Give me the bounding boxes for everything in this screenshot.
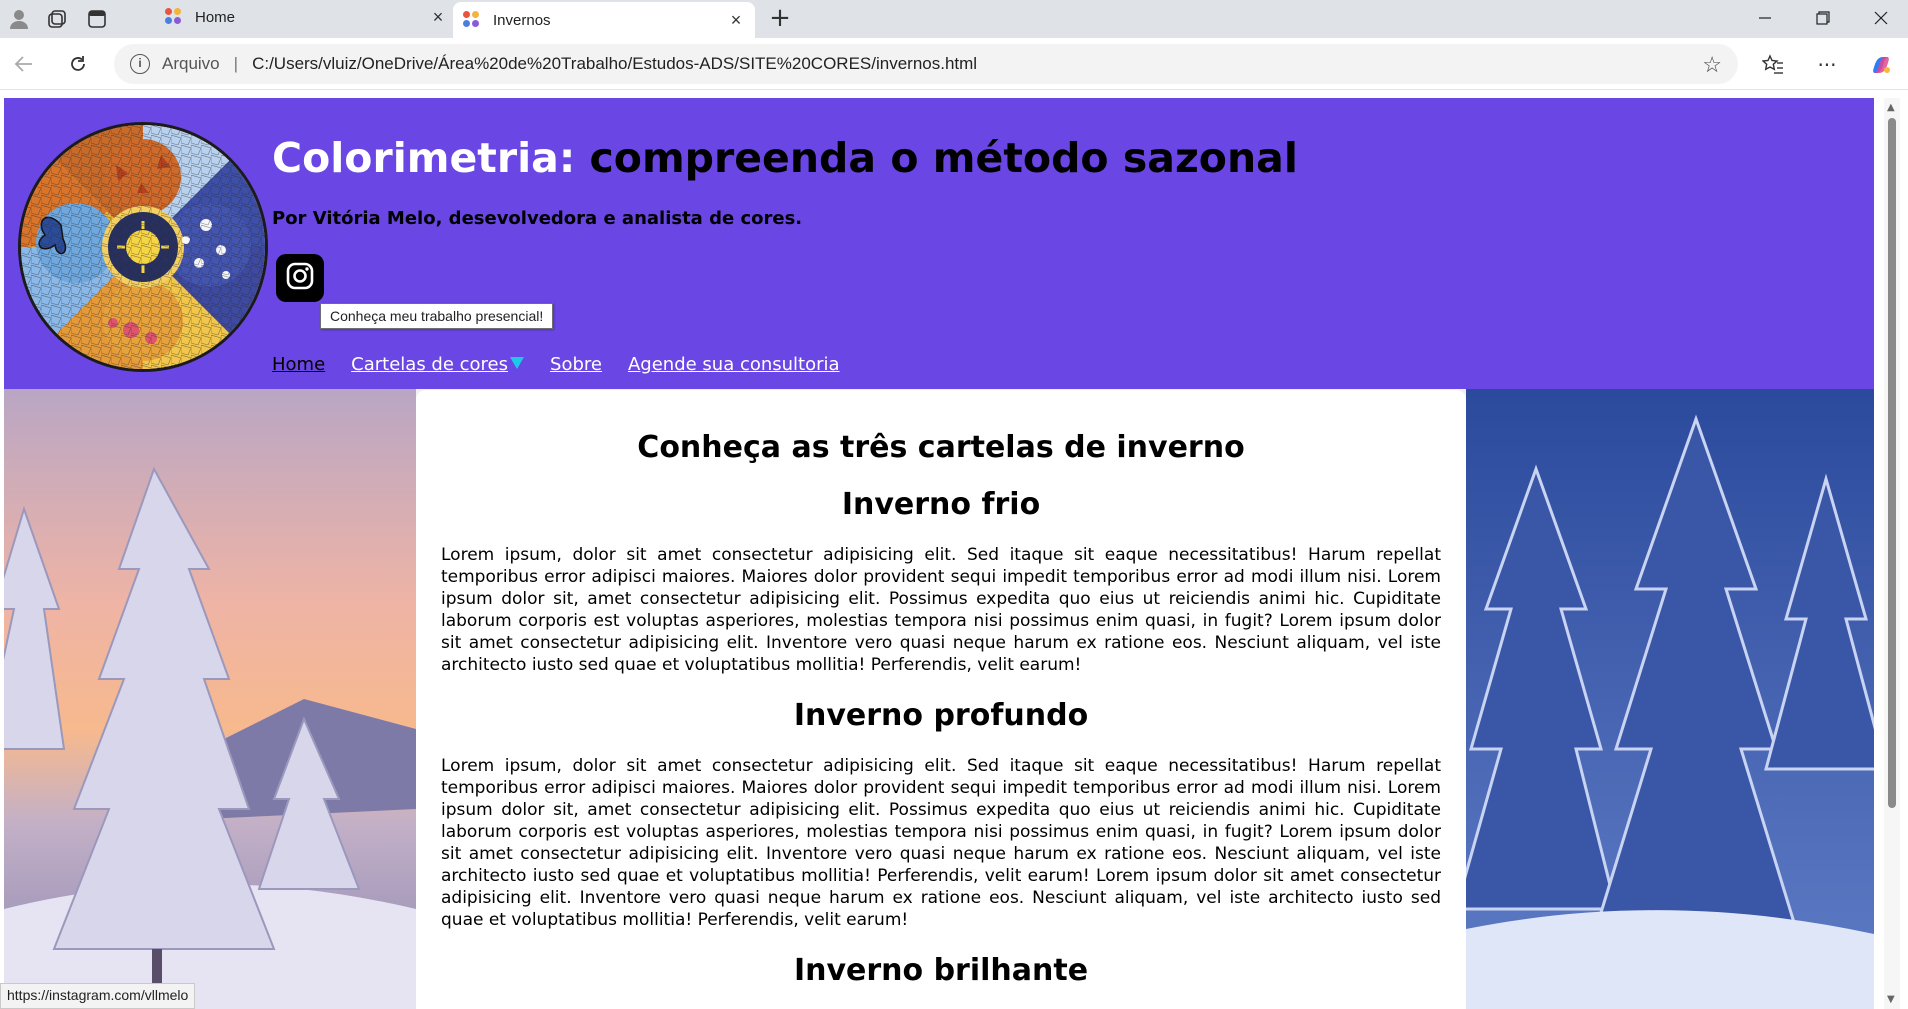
winter-forest-background (1466, 389, 1874, 1009)
byline: Por Vitória Melo, desevolvedora e analis… (272, 208, 803, 229)
page-heading: Conheça as três cartelas de inverno (637, 430, 1245, 465)
instagram-link[interactable] (276, 254, 324, 302)
site-title-brand: Colorimetria: (272, 134, 576, 182)
scrollbar-thumb[interactable] (1888, 118, 1896, 808)
address-separator: | (233, 54, 239, 73)
section-title-inverno-frio: Inverno frio (841, 487, 1041, 522)
site-header: Colorimetria: compreenda o método sazona… (4, 98, 1874, 389)
dropdown-caret-icon[interactable] (510, 357, 525, 369)
section-text-inverno-frio: Lorem ipsum, dolor sit amet consectetur … (441, 545, 1441, 675)
tab-actions-icon[interactable] (84, 6, 110, 32)
address-protocol: Arquivo (162, 54, 220, 73)
address-bar[interactable]: i Arquivo | C:/Users/vluiz/OneDrive/Área… (114, 44, 1738, 84)
tab-close-icon[interactable]: × (429, 8, 447, 26)
tab-title: Invernos (493, 11, 551, 29)
more-icon[interactable]: ··· (1812, 50, 1842, 80)
nav-cartelas-link[interactable]: Cartelas de cores (351, 354, 525, 375)
nav-sobre-link[interactable]: Sobre (550, 354, 602, 375)
close-window-icon[interactable] (1858, 2, 1904, 34)
instagram-tooltip: Conheça meu trabalho presencial! (320, 303, 554, 329)
winter-sunset-background (4, 389, 416, 1009)
tab-close-icon[interactable]: × (727, 11, 745, 29)
new-tab-button[interactable]: + (765, 4, 795, 34)
tab-invernos[interactable]: Invernos × (453, 2, 755, 38)
main-content: Conheça as três cartelas de inverno Inve… (416, 390, 1466, 1009)
page-viewport: Colorimetria: compreenda o método sazona… (4, 98, 1874, 1009)
nav-agende-link[interactable]: Agende sua consultoria (628, 354, 840, 375)
workspaces-icon[interactable] (44, 6, 70, 32)
tab-title: Home (195, 8, 236, 26)
address-url[interactable]: C:/Users/vluiz/OneDrive/Área%20de%20Trab… (252, 54, 977, 74)
instagram-icon (285, 261, 315, 295)
site-title-rest: compreenda o método sazonal (575, 134, 1298, 182)
minimize-icon[interactable] (1742, 2, 1788, 34)
section-title-inverno-profundo: Inverno profundo (793, 698, 1089, 733)
refresh-icon[interactable] (62, 48, 94, 80)
restore-icon[interactable] (1800, 2, 1846, 34)
tab-bar: Home × Invernos × + (0, 0, 1908, 38)
star-icon[interactable]: ☆ (1702, 52, 1722, 78)
tab-favicon-icon (165, 8, 183, 26)
back-arrow-icon[interactable] (8, 48, 40, 80)
info-icon[interactable]: i (130, 54, 150, 74)
nav-cartelas-label: Cartelas de cores (351, 354, 509, 375)
profile-icon[interactable] (6, 6, 32, 32)
copilot-icon[interactable] (1866, 50, 1896, 80)
favorites-icon[interactable] (1758, 50, 1788, 80)
scroll-up-icon[interactable]: ▲ (1887, 102, 1895, 113)
section-title-inverno-brilhante: Inverno brilhante (793, 953, 1089, 988)
scroll-down-icon[interactable]: ▼ (1887, 994, 1895, 1005)
section-text-inverno-profundo: Lorem ipsum, dolor sit amet consectetur … (441, 756, 1441, 930)
nav-home-link[interactable]: Home (272, 354, 325, 375)
page-scrollbar[interactable]: ▲ ▼ (1884, 98, 1900, 1009)
season-mosaic-logo (18, 122, 268, 372)
browser-toolbar: i Arquivo | C:/Users/vluiz/OneDrive/Área… (0, 38, 1908, 90)
site-title: Colorimetria: compreenda o método sazona… (272, 134, 1298, 182)
tab-favicon-icon (463, 11, 481, 29)
tab-home[interactable]: Home × (155, 0, 457, 34)
main-nav: Home Cartelas de cores Sobre Agende sua … (272, 354, 840, 375)
link-status-bar: https://instagram.com/vllmelo (0, 983, 196, 1009)
